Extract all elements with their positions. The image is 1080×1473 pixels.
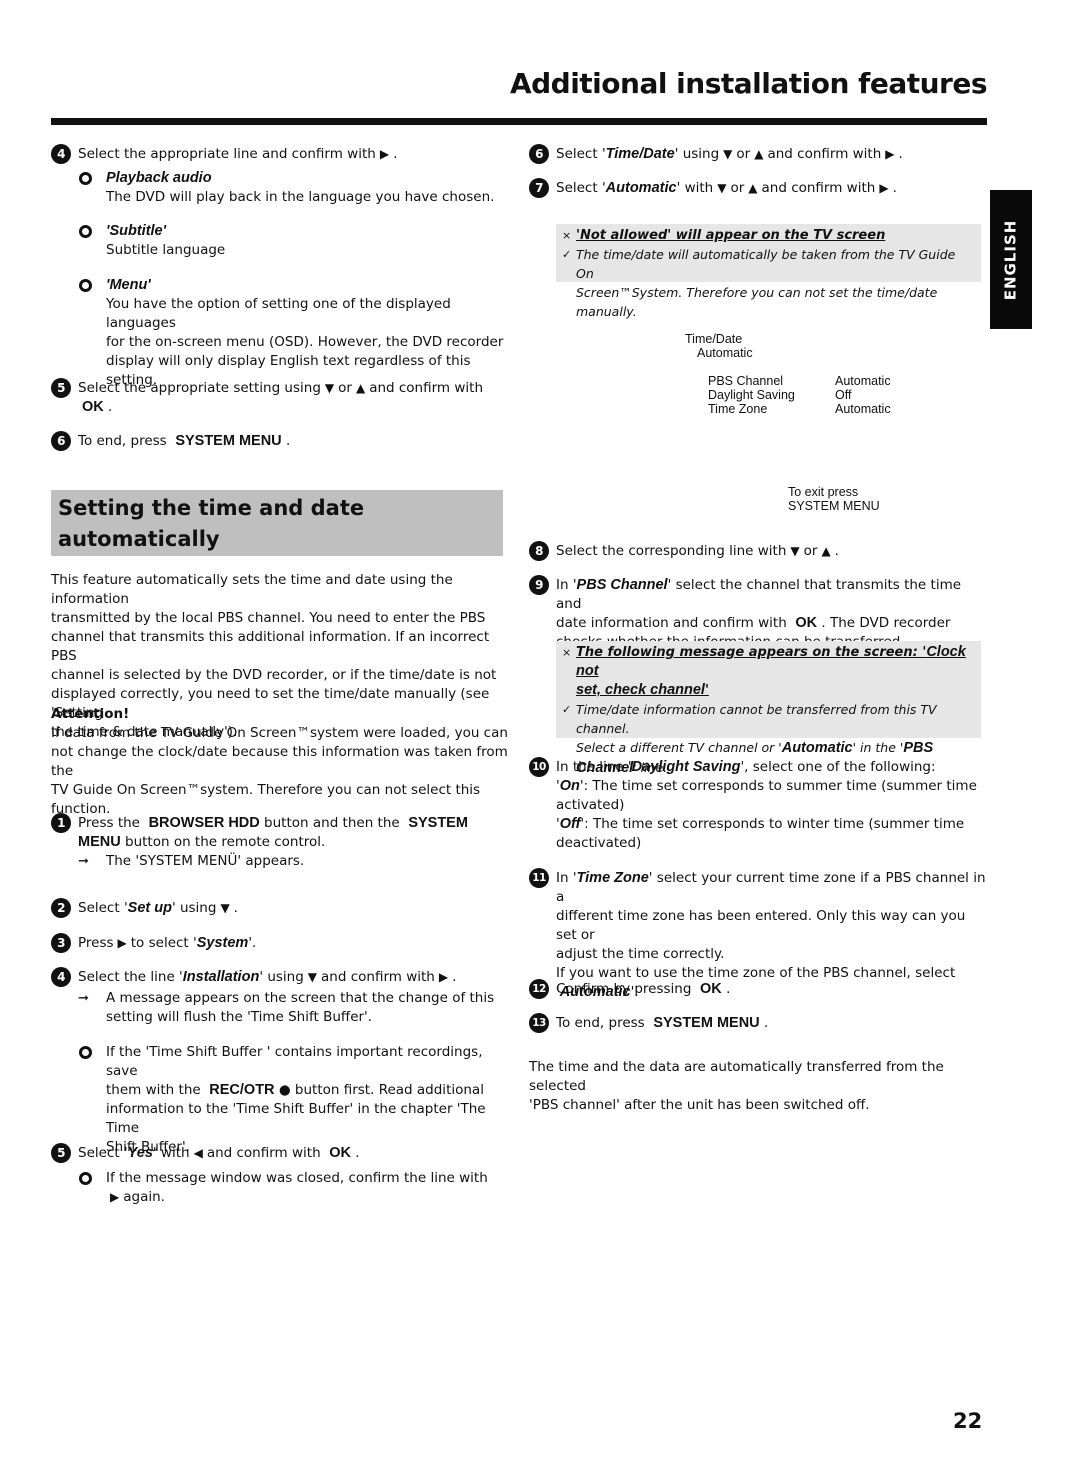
step-4: 4 Select the line 'Installation' using ▼ a… bbox=[51, 967, 511, 1027]
language-tab: ENGLISH bbox=[990, 190, 1032, 329]
down-arrow-icon: ▼ bbox=[220, 901, 230, 915]
step-number: 13 bbox=[529, 1013, 549, 1033]
ok-key: OK bbox=[795, 615, 818, 631]
step-number: 6 bbox=[529, 144, 549, 164]
step-5: 5 Select 'Yes' with ◀ and confirm with OK … bbox=[51, 1143, 511, 1163]
right-arrow-icon: ▶ bbox=[885, 147, 895, 161]
ok-key: OK bbox=[700, 981, 722, 997]
down-arrow-icon: ▼ bbox=[717, 181, 727, 195]
step-number: 7 bbox=[529, 178, 549, 198]
section-title-line-1: Setting the time and date bbox=[58, 496, 365, 520]
ok-key: OK bbox=[329, 1145, 351, 1161]
troubleshoot-note-1: × 'Not allowed' will appear on the TV scr… bbox=[556, 224, 981, 319]
system-menu-key: SYSTEM MENU bbox=[175, 433, 282, 449]
check-icon: ✓ bbox=[562, 248, 572, 261]
result-arrow-icon: ➞ bbox=[78, 991, 89, 1006]
osd-exit-hint: To exit press SYSTEM MENU bbox=[788, 485, 880, 513]
time-shift-buffer-note: If the 'Time Shift Buffer ' contains imp… bbox=[79, 1043, 509, 1157]
section-title-line-2: automatically bbox=[58, 527, 220, 551]
option-subtitle: 'Subtitle' Subtitle language bbox=[79, 222, 509, 260]
option-playback-audio: Playback audio The DVD will play back in… bbox=[79, 169, 509, 207]
down-arrow-icon: ▼ bbox=[790, 544, 800, 558]
page-title: Additional installation features bbox=[509, 67, 988, 100]
ok-key: OK bbox=[82, 399, 104, 415]
right-arrow-icon: ▶ bbox=[379, 147, 390, 161]
osd-menu-title: Time/Date bbox=[685, 332, 743, 346]
closing-paragraph: The time and the data are automatically … bbox=[529, 1059, 944, 1113]
step-number: 9 bbox=[529, 575, 549, 595]
step-10: 10 In the line 'Daylight Saving', select… bbox=[529, 757, 989, 853]
step-number: 2 bbox=[51, 898, 71, 918]
message-window-note: If the message window was closed, confir… bbox=[79, 1169, 509, 1207]
step-number: 10 bbox=[529, 757, 549, 777]
up-arrow-icon: ▲ bbox=[355, 381, 366, 395]
up-arrow-icon: ▲ bbox=[754, 147, 764, 161]
language-tab-label: ENGLISH bbox=[1001, 219, 1020, 300]
bullet-ring-icon bbox=[79, 279, 92, 292]
step-number: 12 bbox=[529, 979, 549, 999]
section-heading: Setting the time and date automatically bbox=[51, 490, 503, 556]
step-12: 12 Confirm by pressing OK . bbox=[529, 979, 989, 999]
up-arrow-icon: ▲ bbox=[748, 181, 758, 195]
step-6-top: 6 To end, press SYSTEM MENU . bbox=[51, 431, 511, 451]
option-menu: 'Menu' You have the option of setting on… bbox=[79, 276, 519, 390]
menu-key: MENU bbox=[78, 834, 121, 850]
title-rule bbox=[51, 118, 987, 125]
step-number: 1 bbox=[51, 813, 71, 833]
osd-row-daylight-saving: Daylight Saving Off bbox=[708, 388, 852, 402]
left-arrow-icon: ◀ bbox=[193, 1146, 203, 1160]
step-number: 5 bbox=[51, 1143, 71, 1163]
cross-icon: × bbox=[562, 646, 572, 659]
osd-row-pbs-channel: PBS Channel Automatic bbox=[708, 374, 891, 388]
page-number: 22 bbox=[953, 1409, 983, 1433]
bullet-ring-icon bbox=[79, 1046, 92, 1059]
up-arrow-icon: ▲ bbox=[821, 544, 831, 558]
step-13: 13 To end, press SYSTEM MENU . bbox=[529, 1013, 989, 1033]
right-arrow-icon: ▶ bbox=[879, 181, 889, 195]
step-number: 4 bbox=[51, 967, 71, 987]
down-arrow-icon: ▼ bbox=[324, 381, 335, 395]
attention-label: Attention! bbox=[51, 706, 130, 722]
step-number: 3 bbox=[51, 933, 71, 953]
cross-icon: × bbox=[562, 229, 572, 242]
result-arrow-icon: ➞ bbox=[78, 854, 89, 869]
step-number: 11 bbox=[529, 868, 549, 888]
record-dot-icon: ● bbox=[278, 1082, 291, 1098]
right-arrow-icon: ▶ bbox=[117, 936, 127, 950]
right-arrow-icon: ▶ bbox=[438, 970, 449, 984]
osd-row-time-zone: Time Zone Automatic bbox=[708, 402, 891, 416]
system-key: SYSTEM bbox=[408, 815, 468, 831]
step-3: 3 Press ▶ to select 'System'. bbox=[51, 933, 511, 953]
step-5-top: 5 Select the appropriate setting using ▼ o… bbox=[51, 378, 511, 417]
osd-menu-subtitle: Automatic bbox=[697, 346, 753, 360]
step-number: 4 bbox=[51, 144, 71, 164]
bullet-ring-icon bbox=[79, 172, 92, 185]
browser-hdd-key: BROWSER HDD bbox=[148, 815, 260, 831]
step-number: 6 bbox=[51, 431, 71, 451]
step-1: 1 Press the BROWSER HDD button and then … bbox=[51, 813, 511, 871]
step-4-top: 4 Select the appropriate line and confir… bbox=[51, 144, 511, 164]
step-number: 8 bbox=[529, 541, 549, 561]
bullet-ring-icon bbox=[79, 225, 92, 238]
step-6: 6 Select 'Time/Date' using ▼ or ▲ and confir… bbox=[529, 144, 989, 164]
osd-settings-list: PBS Channel Automatic Daylight Saving Off … bbox=[708, 374, 891, 416]
system-menu-key: SYSTEM MENU bbox=[653, 1015, 760, 1031]
bullet-ring-icon bbox=[79, 1172, 92, 1185]
attention-block: Attention! If data from the TV Guide On … bbox=[51, 705, 511, 819]
step-2: 2 Select 'Set up' using ▼. bbox=[51, 898, 511, 918]
troubleshoot-note-2: × The following message appears on the sc… bbox=[556, 641, 981, 776]
down-arrow-icon: ▼ bbox=[723, 147, 733, 161]
step-7: 7 Select 'Automatic' with ▼ or ▲ and confirm… bbox=[529, 178, 989, 198]
down-arrow-icon: ▼ bbox=[307, 970, 318, 984]
step-number: 5 bbox=[51, 378, 71, 398]
rec-otr-key: REC/OTR bbox=[209, 1082, 275, 1098]
step-8: 8 Select the corresponding line with ▼ or ▲… bbox=[529, 541, 989, 561]
right-arrow-icon: ▶ bbox=[110, 1190, 120, 1204]
